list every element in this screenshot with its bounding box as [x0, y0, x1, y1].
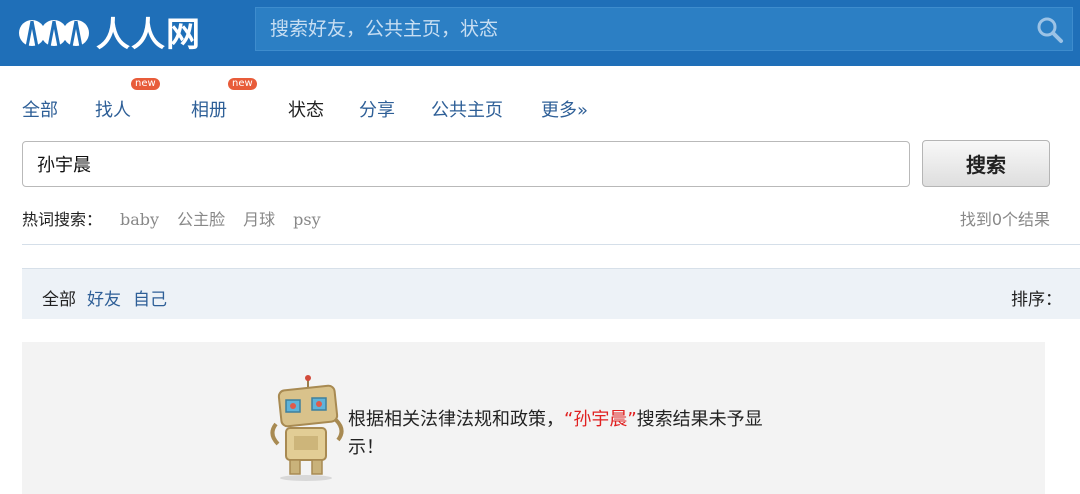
sort-label[interactable]: 排序： [1011, 285, 1062, 310]
tab-status[interactable]: 状态 [288, 96, 324, 122]
search-icon[interactable] [1036, 16, 1064, 44]
renren-logo-icon [19, 20, 89, 48]
hot-searches: 热词搜索： baby 公主脸 月球 psy [22, 206, 321, 230]
filter-friends[interactable]: 好友 [87, 285, 121, 310]
tab-all[interactable]: 全部 [22, 96, 58, 122]
tab-find-people[interactable]: 找人 [95, 96, 131, 122]
site-logo[interactable]: 人人网 [18, 6, 201, 56]
hot-search-item[interactable]: psy [293, 210, 321, 229]
new-badge: new [131, 78, 160, 90]
notice-prefix: 根据相关法律法规和政策， [348, 409, 564, 430]
robot-mascot-icon [270, 375, 344, 481]
censorship-notice: 根据相关法律法规和政策，“孙宇晨”搜索结果未予显示！ [22, 342, 1045, 494]
tab-albums[interactable]: 相册 [191, 96, 227, 122]
hot-search-item[interactable]: 公主脸 [177, 210, 225, 229]
logo-text: 人人网 [96, 14, 201, 55]
query-field [22, 141, 910, 187]
notice-message: 根据相关法律法规和政策，“孙宇晨”搜索结果未予显示！ [348, 406, 788, 462]
search-button[interactable]: 搜索 [922, 140, 1050, 187]
hot-searches-label: 热词搜索： [22, 210, 103, 229]
filter-all[interactable]: 全部 [42, 285, 76, 310]
global-search [255, 7, 1073, 51]
tab-more[interactable]: 更多» [541, 96, 588, 122]
hot-search-item[interactable]: baby [120, 210, 159, 229]
top-bar: 人人网 [0, 0, 1080, 66]
search-category-tabs: 全部 找人 new 相册 new 状态 分享 公共主页 更多» [0, 78, 1080, 128]
tab-share[interactable]: 分享 [359, 96, 395, 122]
result-count: 找到0个结果 [959, 210, 1050, 229]
new-badge: new [228, 78, 257, 90]
filter-self[interactable]: 自己 [133, 285, 167, 310]
blocked-term: “孙宇晨” [564, 409, 637, 430]
tab-public-pages[interactable]: 公共主页 [431, 96, 503, 122]
divider [22, 244, 1080, 245]
hot-search-item[interactable]: 月球 [243, 210, 275, 229]
global-search-input[interactable] [256, 8, 1026, 50]
query-input[interactable] [23, 142, 909, 186]
filter-bar: 全部 好友 自己 排序： [22, 268, 1080, 319]
